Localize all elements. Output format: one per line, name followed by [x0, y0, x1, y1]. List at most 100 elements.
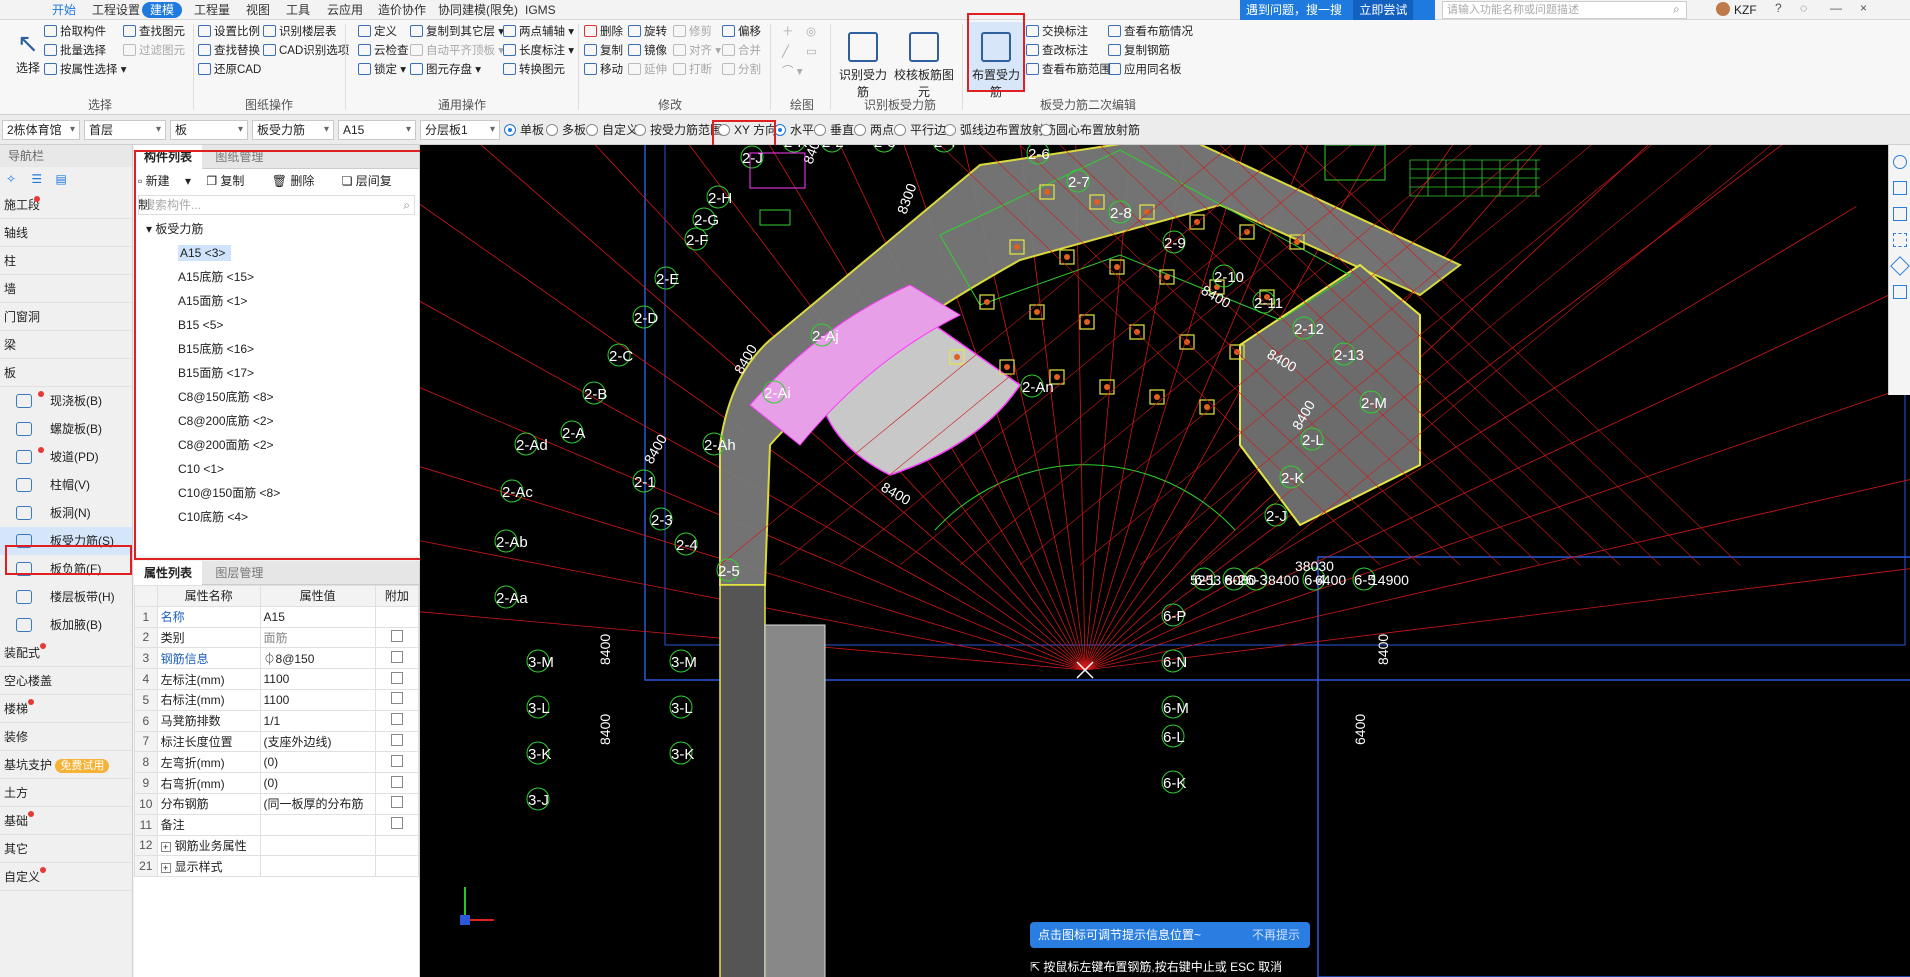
- component-select[interactable]: A15: [338, 120, 416, 140]
- table-row[interactable]: 3 钢筋信息 ⏀8@150: [134, 647, 420, 670]
- nav-list-icon[interactable]: ☰: [31, 172, 42, 186]
- nav-item-other[interactable]: 其它: [0, 835, 132, 863]
- extra-checkbox[interactable]: [374, 730, 420, 753]
- tab-layer-manage[interactable]: 图层管理: [205, 561, 273, 585]
- list-item[interactable]: C8@150底筋 <8>: [134, 385, 419, 409]
- property-value[interactable]: ⏀8@150: [259, 647, 376, 670]
- convert-element-button[interactable]: 转换图元: [503, 60, 565, 80]
- find-element-button[interactable]: 查找图元: [123, 22, 185, 42]
- category-select[interactable]: 板: [170, 120, 248, 140]
- extra-checkbox[interactable]: [374, 813, 420, 836]
- radio-by-rebar-range[interactable]: 按受力筋范围: [634, 121, 722, 139]
- extra-checkbox[interactable]: [374, 605, 420, 628]
- menu-view[interactable]: 视图: [246, 2, 270, 18]
- menu-modeling[interactable]: 建模: [142, 2, 183, 18]
- view-top-icon[interactable]: [1893, 207, 1907, 221]
- batch-select-button[interactable]: 批量选择: [44, 41, 106, 61]
- recognize-floor-table-button[interactable]: 识别楼层表: [263, 22, 337, 42]
- list-item[interactable]: C8@200底筋 <2>: [134, 409, 419, 433]
- extra-checkbox[interactable]: [374, 834, 420, 857]
- building-select[interactable]: 2栋体育馆: [2, 120, 80, 140]
- table-row[interactable]: 12 + 钢筋业务属性: [134, 834, 420, 857]
- radio-horizontal[interactable]: 水平: [774, 121, 814, 139]
- nav-item-wall[interactable]: 墙: [0, 275, 132, 303]
- floor-select[interactable]: 首层: [84, 120, 166, 140]
- check-slab-rebar-button[interactable]: 校核板筋图元: [892, 22, 956, 99]
- table-row[interactable]: 10 分布钢筋 (同一板厚的分布筋: [134, 792, 420, 815]
- nav-item-axis[interactable]: 轴线: [0, 219, 132, 247]
- extra-checkbox[interactable]: [374, 792, 420, 815]
- view-rebar-status-button[interactable]: 查看布筋情况: [1108, 22, 1193, 42]
- cloud-check-button[interactable]: 云检查: [358, 41, 409, 61]
- tab-drawing-manage[interactable]: 图纸管理: [205, 145, 273, 169]
- layout-rebar-button[interactable]: 布置受力筋: [968, 22, 1024, 99]
- list-item[interactable]: A15面筋 <1>: [134, 289, 419, 313]
- try-now-button[interactable]: 立即尝试: [1353, 0, 1414, 20]
- select-button[interactable]: ↖ 选择: [8, 22, 48, 92]
- mirror-button[interactable]: 镜像: [628, 41, 667, 61]
- extra-checkbox[interactable]: [374, 855, 420, 878]
- extra-checkbox[interactable]: [374, 688, 420, 711]
- view-box-icon[interactable]: [1893, 181, 1907, 195]
- property-value[interactable]: [259, 813, 376, 836]
- extra-checkbox[interactable]: [374, 668, 420, 690]
- property-value[interactable]: A15: [259, 605, 376, 628]
- table-row[interactable]: 4 左标注(mm) 1100: [134, 668, 420, 690]
- nav-item-pit-support[interactable]: 基坑支护 免费试用: [0, 751, 132, 779]
- property-value[interactable]: 1100: [259, 668, 376, 690]
- copy-rebar-button[interactable]: 复制钢筋: [1108, 41, 1170, 61]
- element-save-button[interactable]: 图元存盘 ▾: [410, 60, 481, 80]
- search-icon[interactable]: ⌕: [1673, 2, 1680, 17]
- nav-item-construction-stage[interactable]: 施工段: [0, 191, 132, 219]
- nav-sub-slab-rebar[interactable]: 板受力筋(S): [0, 527, 132, 555]
- message-icon[interactable]: ◌: [1800, 1, 1807, 15]
- nav-item-beam[interactable]: 梁: [0, 331, 132, 359]
- offset-button[interactable]: 偏移: [722, 22, 761, 42]
- menu-collab-modeling[interactable]: 协同建模(限免): [438, 2, 518, 18]
- nav-item-foundation[interactable]: 基础: [0, 807, 132, 835]
- radio-multi-slab[interactable]: 多板: [546, 121, 586, 139]
- delete-button[interactable]: 删除: [584, 22, 623, 42]
- list-item[interactable]: C10底筋 <4>: [134, 505, 419, 529]
- cad-drawing[interactable]: 2-J 2-H 2-G 2-F 2-E 2-D 2-C 2-B 2-A 2-Ad 2-Ac 2-Ab 2…: [420, 145, 1910, 977]
- list-item[interactable]: B15底筋 <16>: [134, 337, 419, 361]
- nav-sub-column-cap[interactable]: 柱帽(V): [0, 471, 132, 499]
- find-replace-button[interactable]: 查找替换: [198, 41, 260, 61]
- table-row[interactable]: 2 类别 面筋: [134, 626, 420, 649]
- length-dimension-button[interactable]: 长度标注 ▾: [503, 41, 574, 61]
- recognize-rebar-button[interactable]: 识别受力筋: [834, 22, 892, 99]
- radio-custom[interactable]: 自定义: [586, 121, 638, 139]
- list-item[interactable]: B15面筋 <17>: [134, 361, 419, 385]
- copy-button[interactable]: 复制: [584, 41, 623, 61]
- nav-sub-cast-slab[interactable]: 现浇板(B): [0, 387, 132, 415]
- nav-item-decoration[interactable]: 装修: [0, 723, 132, 751]
- table-row[interactable]: 9 右弯折(mm) (0): [134, 772, 420, 794]
- property-value[interactable]: 1/1: [259, 709, 376, 732]
- edit-annotation-button[interactable]: 查改标注: [1026, 41, 1088, 61]
- avatar[interactable]: [1716, 2, 1730, 16]
- apply-same-slab-button[interactable]: 应用同名板: [1108, 60, 1182, 80]
- minimize-icon[interactable]: —: [1830, 1, 1842, 15]
- nav-item-custom[interactable]: 自定义: [0, 863, 132, 891]
- nav-sub-spiral-slab[interactable]: 螺旋板(B): [0, 415, 132, 443]
- property-value[interactable]: 面筋: [259, 626, 376, 649]
- copy-to-other-floor-button[interactable]: 复制到其它层 ▾: [410, 22, 504, 42]
- table-row[interactable]: 7 标注长度位置 (支座外边线): [134, 730, 420, 753]
- table-row[interactable]: 21 + 显示样式: [134, 855, 420, 878]
- nav-item-door-window[interactable]: 门窗洞: [0, 303, 132, 331]
- list-item[interactable]: A15 <3>: [134, 241, 419, 265]
- layer-select[interactable]: 分层板1: [420, 120, 500, 140]
- close-icon[interactable]: ×: [1860, 1, 1867, 15]
- property-value[interactable]: (0): [259, 772, 376, 794]
- nav-sub-slab-haunch[interactable]: 板加腋(B): [0, 611, 132, 639]
- extra-checkbox[interactable]: [374, 626, 420, 649]
- nav-sub-ramp[interactable]: 坡道(PD): [0, 443, 132, 471]
- list-item[interactable]: B15 <5>: [134, 313, 419, 337]
- menu-tools[interactable]: 工具: [286, 2, 310, 18]
- radio-center-radial[interactable]: 圆心布置放射筋: [1040, 121, 1140, 139]
- extra-checkbox[interactable]: [374, 709, 420, 732]
- select-by-property-button[interactable]: 按属性选择 ▾: [44, 60, 126, 80]
- move-button[interactable]: 移动: [584, 60, 623, 80]
- extra-checkbox[interactable]: [374, 751, 420, 774]
- nav-detail-icon[interactable]: ▤: [56, 172, 67, 186]
